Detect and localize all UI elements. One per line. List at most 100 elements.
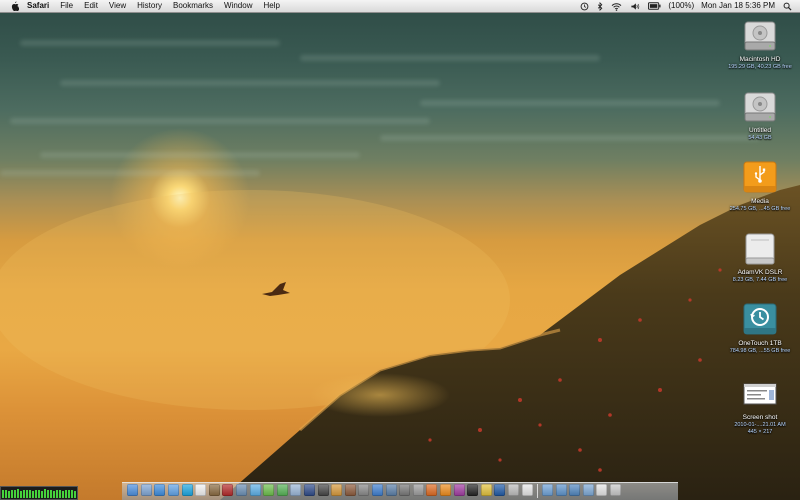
dock-ichat-icon[interactable]	[168, 484, 180, 496]
dock-mail-icon[interactable]	[140, 484, 152, 496]
battery-percent[interactable]: (100%)	[668, 0, 694, 12]
menu-window[interactable]: Window	[224, 0, 252, 12]
desktop-icon-info: 8.23 GB, 7.44 GB free	[732, 277, 788, 283]
desktop-icon-label: Media	[751, 198, 769, 205]
menu-bookmarks[interactable]: Bookmarks	[173, 0, 213, 12]
dock-adium-icon[interactable]	[276, 484, 288, 496]
dock-textedit-icon[interactable]	[521, 484, 533, 496]
menu-edit[interactable]: Edit	[84, 0, 98, 12]
dock-utility-icon[interactable]	[412, 484, 424, 496]
meter-bar	[74, 491, 76, 498]
meter-bar	[11, 490, 13, 498]
desktop-icon-info: 195.29 GB, 40.23 GB free	[728, 64, 792, 70]
dock-terminal-editor-icon[interactable]	[331, 484, 343, 496]
dock-separator	[536, 484, 538, 498]
battery-icon[interactable]	[648, 0, 661, 12]
dock-itunes-icon[interactable]	[249, 484, 261, 496]
meter-bar	[44, 489, 46, 498]
meter-bar	[29, 490, 31, 498]
desktop-icon-label: Untitled	[748, 127, 772, 134]
desktop-icon-label: Screen shot	[742, 414, 778, 421]
desktop-icon-label: AdamVK DSLR	[737, 269, 783, 276]
meter-bar	[41, 491, 43, 498]
dock-safari-icon[interactable]	[154, 484, 166, 496]
dock-quicktime-icon[interactable]	[494, 484, 506, 496]
dock-dictionary-icon[interactable]	[344, 484, 356, 496]
desktop-icon-info: 254.75 GB, ...45 GB free	[729, 206, 791, 212]
dock-activity-icon[interactable]	[467, 484, 479, 496]
dock-aperture-icon[interactable]	[317, 484, 329, 496]
menu-history[interactable]: History	[137, 0, 162, 12]
dock-textmate-icon[interactable]	[453, 484, 465, 496]
dock-photoshop-icon[interactable]	[304, 484, 316, 496]
dock-trash-icon[interactable]	[610, 484, 622, 496]
dock-skype-icon[interactable]	[181, 484, 193, 496]
meter-bar	[32, 491, 34, 498]
dock-file-stack-icon[interactable]	[596, 484, 608, 496]
meter-bar	[26, 490, 28, 498]
wallpaper-landscape	[0, 185, 800, 500]
desktop-icon-onetouch-1tb[interactable]: OneTouch 1TB 784.98 GB, ...55 GB free	[725, 302, 795, 355]
menu-help[interactable]: Help	[263, 0, 279, 12]
menu-app-name[interactable]: Safari	[27, 0, 49, 12]
meter-bar	[68, 490, 70, 498]
activity-meter	[0, 486, 78, 500]
desktop-icon-label: OneTouch 1TB	[738, 340, 782, 347]
dock-disk-utility-icon[interactable]	[507, 484, 519, 496]
dock-xcode-icon[interactable]	[385, 484, 397, 496]
dock-vlc-icon[interactable]	[439, 484, 451, 496]
dock-app-store-icon[interactable]	[371, 484, 383, 496]
dock-downloads-stack-icon[interactable]	[569, 484, 581, 496]
dock-iphoto-icon[interactable]	[236, 484, 248, 496]
meter-bar	[8, 491, 10, 498]
volume-icon[interactable]	[630, 0, 640, 12]
spotlight-icon[interactable]	[783, 0, 792, 12]
desktop-icon-media[interactable]: Media 254.75 GB, ...45 GB free	[725, 160, 795, 213]
meter-bar	[38, 490, 40, 498]
meter-bar	[50, 490, 52, 498]
desktop-icon-label: Macintosh HD	[739, 56, 781, 63]
meter-bar	[59, 490, 61, 498]
menu-file[interactable]: File	[60, 0, 73, 12]
dock-system-preferences-icon[interactable]	[358, 484, 370, 496]
external-drive-icon	[742, 231, 778, 267]
time-machine-icon[interactable]	[580, 0, 589, 12]
hard-drive-icon	[742, 89, 778, 125]
apple-menu-icon[interactable]	[9, 1, 19, 11]
dock-chrome-icon[interactable]	[480, 484, 492, 496]
dock-photo-booth-icon[interactable]	[222, 484, 234, 496]
wifi-icon[interactable]	[611, 0, 622, 12]
menu-view[interactable]: View	[109, 0, 126, 12]
desktop-icon-macintosh-hd[interactable]: Macintosh HD 195.29 GB, 40.23 GB free	[725, 18, 795, 71]
meter-bar	[65, 490, 67, 498]
dock-finder-icon[interactable]	[127, 484, 139, 496]
meter-bar	[20, 491, 22, 498]
dock-camera-icon[interactable]	[399, 484, 411, 496]
menu-bar: Safari File Edit View History Bookmarks …	[0, 0, 800, 13]
desktop[interactable]: Safari File Edit View History Bookmarks …	[0, 0, 800, 500]
meter-bar	[35, 490, 37, 498]
time-machine-drive-icon	[742, 302, 778, 338]
meter-bar	[53, 491, 55, 498]
screenshot-file-icon	[742, 376, 778, 412]
desktop-icon-dimensions: 445 × 217	[747, 429, 773, 435]
dock-applications-stack-icon[interactable]	[542, 484, 554, 496]
meter-bar	[62, 491, 64, 498]
bluetooth-icon[interactable]	[597, 0, 603, 12]
dock-pictures-stack-icon[interactable]	[582, 484, 594, 496]
menu-clock[interactable]: Mon Jan 18 5:36 PM	[701, 0, 775, 12]
meter-bar	[56, 490, 58, 498]
dock-documents-stack-icon[interactable]	[555, 484, 567, 496]
meter-bar	[23, 490, 25, 498]
desktop-icon-adamvk-dslr[interactable]: AdamVK DSLR 8.23 GB, 7.44 GB free	[725, 231, 795, 284]
meter-bar	[71, 490, 73, 498]
dock-preview-icon[interactable]	[290, 484, 302, 496]
usb-drive-icon	[742, 160, 778, 196]
desktop-icon-untitled[interactable]: Untitled 54.43 GB	[725, 89, 795, 142]
dock-messages-icon[interactable]	[263, 484, 275, 496]
dock-address-book-icon[interactable]	[208, 484, 220, 496]
dock-firefox-icon[interactable]	[426, 484, 438, 496]
desktop-icon-screen-shot[interactable]: Screen shot 2010-01-....21.01 AM 445 × 2…	[725, 376, 795, 436]
dock-ical-icon[interactable]	[195, 484, 207, 496]
desktop-icon-info: 2010-01-....21.01 AM	[734, 422, 786, 428]
